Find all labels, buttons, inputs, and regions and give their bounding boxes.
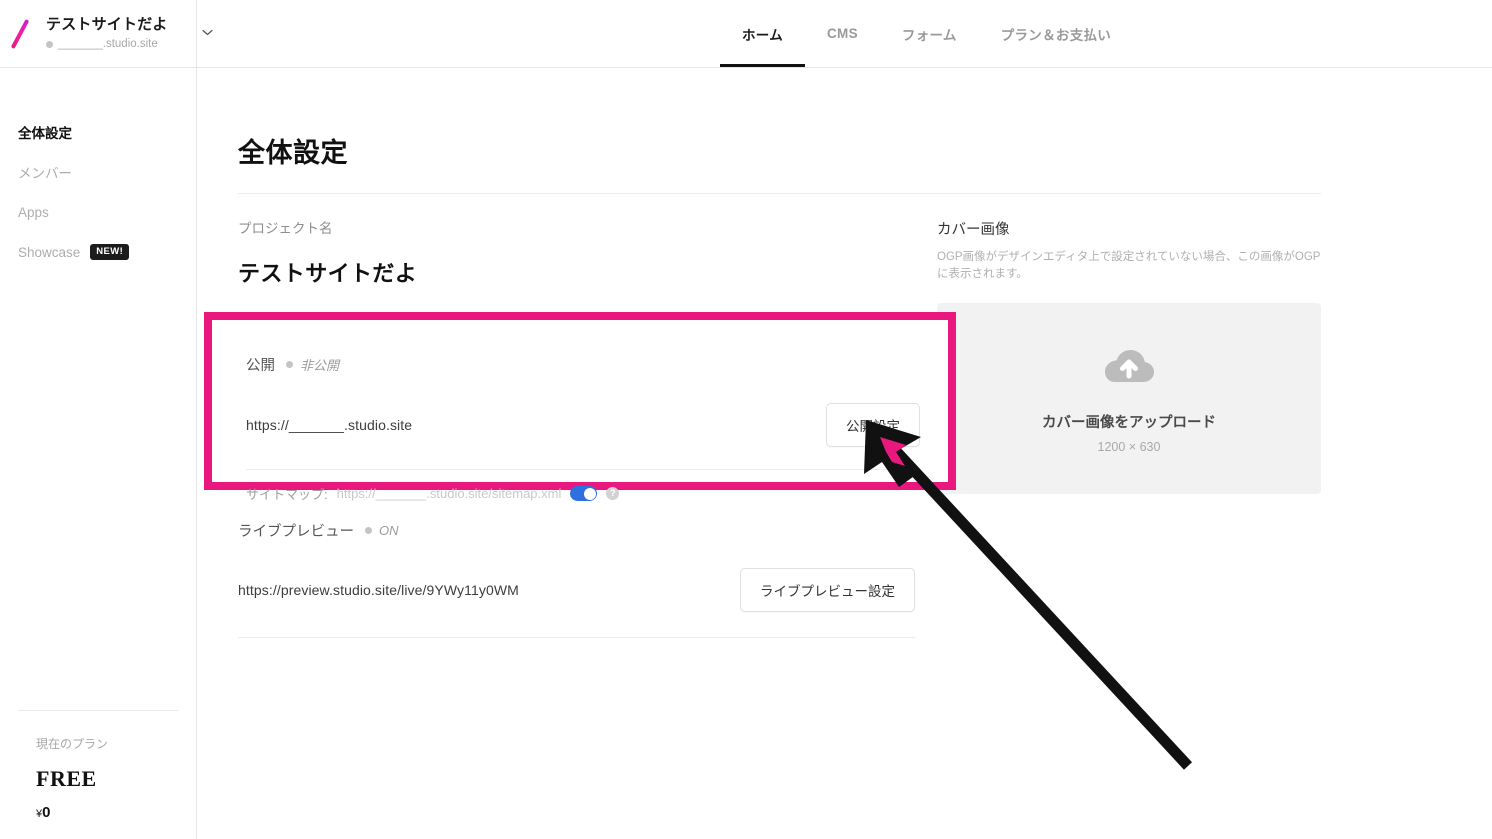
publish-url[interactable]: https://_______.studio.site [246,417,412,433]
live-preview-status-text: ON [379,523,399,538]
live-preview-label: ライブプレビュー [238,524,354,540]
price-value: 0 [42,804,51,821]
brand-project-title: テストサイトだよ [46,16,168,33]
live-preview-status: ON [365,523,399,538]
live-preview-divider [238,637,915,638]
current-plan-box: 現在のプラン FREE ¥0 [18,710,178,839]
current-plan-price: ¥0 [36,804,160,821]
sidebar-items: 全体設定 メンバー Apps Showcase NEW! [0,68,196,272]
brand-texts: テストサイトだよ _______.studio.site [46,15,168,52]
publish-status-text: 非公開 [300,358,340,373]
current-plan-label: 現在のプラン [36,737,109,751]
sidebar-item-apps-label: Apps [18,204,49,220]
question-mark-icon[interactable]: ? [606,487,620,500]
live-preview-status-dot-icon [365,527,372,534]
sidebar-item-members[interactable]: メンバー [0,152,196,192]
sidebar-item-apps[interactable]: Apps [0,192,196,232]
tab-cms-label: CMS [827,26,858,41]
cover-upload-label: カバー画像をアップロード [1042,414,1216,431]
title-divider [238,193,1321,194]
publish-status: 非公開 [286,355,339,374]
tab-cms[interactable]: CMS [805,0,880,67]
sidebar-item-general-settings-label: 全体設定 [18,126,72,141]
cover-image-dropzone[interactable]: カバー画像をアップロード 1200 × 630 [937,303,1321,494]
tab-plan-billing-label: プラン＆お支払い [1000,27,1112,43]
chevron-down-icon[interactable] [200,26,214,40]
current-plan-name: FREE [36,766,97,791]
cover-image-title: カバー画像 [937,222,1010,238]
project-status-dot-icon [46,40,53,48]
publish-section: 公開 非公開 https://_______.studio.site 公開設定 … [246,354,920,503]
publish-url-row: https://_______.studio.site 公開設定 [246,403,920,447]
publish-header-row: 公開 非公開 [246,354,920,375]
studio-slash-logo-icon [6,14,40,54]
tab-plan-billing[interactable]: プラン＆お支払い [979,0,1133,67]
main-content: 全体設定 プロジェクト名 テストサイトだよ 公開 非公開 https://___… [197,68,1492,839]
sidebar-item-members-label: メンバー [18,166,72,181]
publish-settings-button[interactable]: 公開設定 [826,403,920,447]
sitemap-toggle[interactable] [570,486,598,501]
publish-label: 公開 [246,358,275,374]
project-name-value: テストサイトだよ [238,261,418,286]
cloud-upload-icon [1100,344,1158,393]
project-name-section: プロジェクト名 テストサイトだよ [238,220,915,288]
cover-upload-dimensions: 1200 × 630 [1097,439,1161,454]
sitemap-url: https://_______.studio.site/sitemap.xml [336,486,562,501]
new-badge: NEW! [90,244,130,260]
live-preview-url-row: https://preview.studio.site/live/9YWy11y… [238,568,915,612]
live-preview-url[interactable]: https://preview.studio.site/live/9YWy11y… [238,582,519,598]
live-preview-section: ライブプレビュー ON https://preview.studio.site/… [238,520,915,638]
sidebar-item-showcase-label: Showcase [18,244,81,260]
live-preview-header-row: ライブプレビュー ON [238,520,915,541]
tab-form-label: フォーム [901,27,957,43]
project-switcher[interactable]: テストサイトだよ _______.studio.site [0,0,197,67]
publish-section-highlight-box: 公開 非公開 https://_______.studio.site 公開設定 … [204,312,956,502]
tab-home-label: ホーム [742,27,783,43]
page-title: 全体設定 [238,138,348,168]
sitemap-label: サイトマップ: [246,487,328,502]
sidebar-item-showcase[interactable]: Showcase NEW! [0,232,196,272]
sidebar: 全体設定 メンバー Apps Showcase NEW! 現在のプラン FREE… [0,68,197,839]
brand-project-subdomain: _______.studio.site [46,36,168,52]
live-preview-settings-button[interactable]: ライブプレビュー設定 [740,568,915,612]
cover-image-section: カバー画像 OGP画像がデザインエディタ上で設定されていない場合、この画像がOG… [937,218,1321,494]
brand-subdomain-text: _______.studio.site [58,38,158,50]
tab-form[interactable]: フォーム [880,0,979,67]
tab-home[interactable]: ホーム [720,0,805,67]
sitemap-row: サイトマップ: https://_______.studio.site/site… [246,484,920,503]
project-name-label: プロジェクト名 [238,221,333,236]
publish-divider [246,469,920,470]
publish-status-dot-icon [286,361,293,368]
main-nav: ホーム CMS フォーム プラン＆お支払い [720,0,1133,67]
top-bar: テストサイトだよ _______.studio.site ホーム CMS フォー… [0,0,1492,68]
sidebar-item-general-settings[interactable]: 全体設定 [0,112,196,152]
cover-image-description: OGP画像がデザインエディタ上で設定されていない場合、この画像がOGPに表示され… [937,251,1321,280]
